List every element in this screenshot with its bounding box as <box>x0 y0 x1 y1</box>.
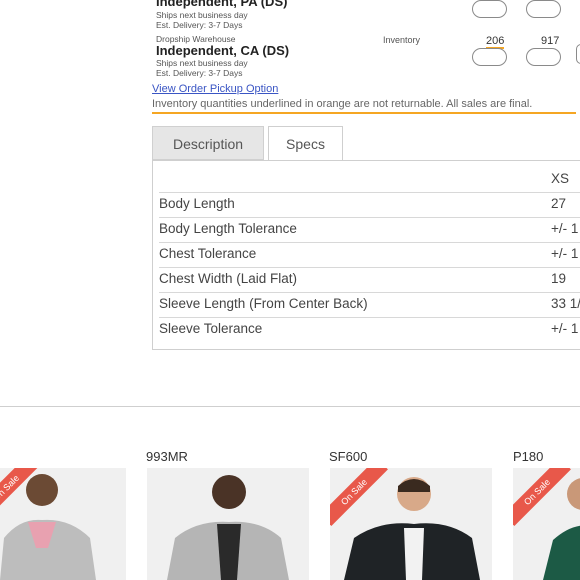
spec-label: Sleeve Tolerance <box>159 321 263 336</box>
table-row: Body Length 27 <box>159 192 580 218</box>
table-row: Sleeve Length (From Center Back) 33 1/2 <box>159 292 580 318</box>
inventory-qty-1: 206 <box>486 35 505 49</box>
qty-input-pa-2[interactable] <box>526 0 561 18</box>
spec-value: 27 <box>551 196 567 211</box>
spec-value: +/- 1 <box>551 321 579 336</box>
table-row: Chest Tolerance +/- 1 <box>159 242 580 268</box>
spec-value: +/- 1 <box>551 246 579 261</box>
warehouse-pa-shipping: Ships next business day <box>156 10 248 20</box>
product-card[interactable]: On Sale <box>513 468 580 580</box>
section-divider <box>0 406 580 407</box>
product-card[interactable]: On Sale <box>330 468 492 580</box>
warehouse-pa-delivery: Est. Delivery: 3-7 Days <box>156 20 243 30</box>
qty-input-pa-1[interactable] <box>472 0 507 18</box>
tab-description[interactable]: Description <box>152 126 264 160</box>
spec-label: Chest Tolerance <box>159 246 257 261</box>
returns-note: Inventory quantities underlined in orang… <box>152 98 576 114</box>
specs-table: XS Body Length 27 Body Length Tolerance … <box>152 160 580 350</box>
warehouse-ca-delivery: Est. Delivery: 3-7 Days <box>156 68 243 78</box>
inventory-label: Inventory <box>383 35 421 45</box>
qty-input-ca-3[interactable] <box>576 44 580 64</box>
spec-value: 33 1/2 <box>551 296 580 311</box>
table-row: Chest Width (Laid Flat) 19 <box>159 267 580 293</box>
spec-value: 19 <box>551 271 567 286</box>
product-image <box>147 468 309 580</box>
spec-label: Sleeve Length (From Center Back) <box>159 296 368 311</box>
qty-input-ca-1[interactable] <box>472 48 507 66</box>
inventory-qty-2: 917 <box>541 35 560 47</box>
product-name[interactable]: 993MR <box>146 449 188 464</box>
product-name[interactable]: SF600 <box>329 449 367 464</box>
spec-value: +/- 1 <box>551 221 579 236</box>
qty-input-ca-2[interactable] <box>526 48 561 66</box>
size-column-header: XS <box>551 171 570 186</box>
table-row: Body Length Tolerance +/- 1 <box>159 217 580 243</box>
specs-header-row: XS <box>159 167 580 193</box>
table-row: Sleeve Tolerance +/- 1 <box>159 317 580 342</box>
product-name[interactable]: P180 <box>513 449 543 464</box>
warehouse-ca-title: Independent, CA (DS) <box>156 43 290 58</box>
warehouse-pa-title: Independent, PA (DS) <box>156 0 288 9</box>
spec-label: Chest Width (Laid Flat) <box>159 271 298 286</box>
view-order-pickup-link[interactable]: View Order Pickup Option <box>152 83 278 95</box>
tab-specs[interactable]: Specs <box>268 126 343 160</box>
spec-label: Body Length <box>159 196 235 211</box>
warehouse-ca-shipping: Ships next business day <box>156 58 248 68</box>
product-card[interactable]: On Sale <box>0 468 126 580</box>
product-card[interactable] <box>147 468 309 580</box>
spec-label: Body Length Tolerance <box>159 221 297 236</box>
